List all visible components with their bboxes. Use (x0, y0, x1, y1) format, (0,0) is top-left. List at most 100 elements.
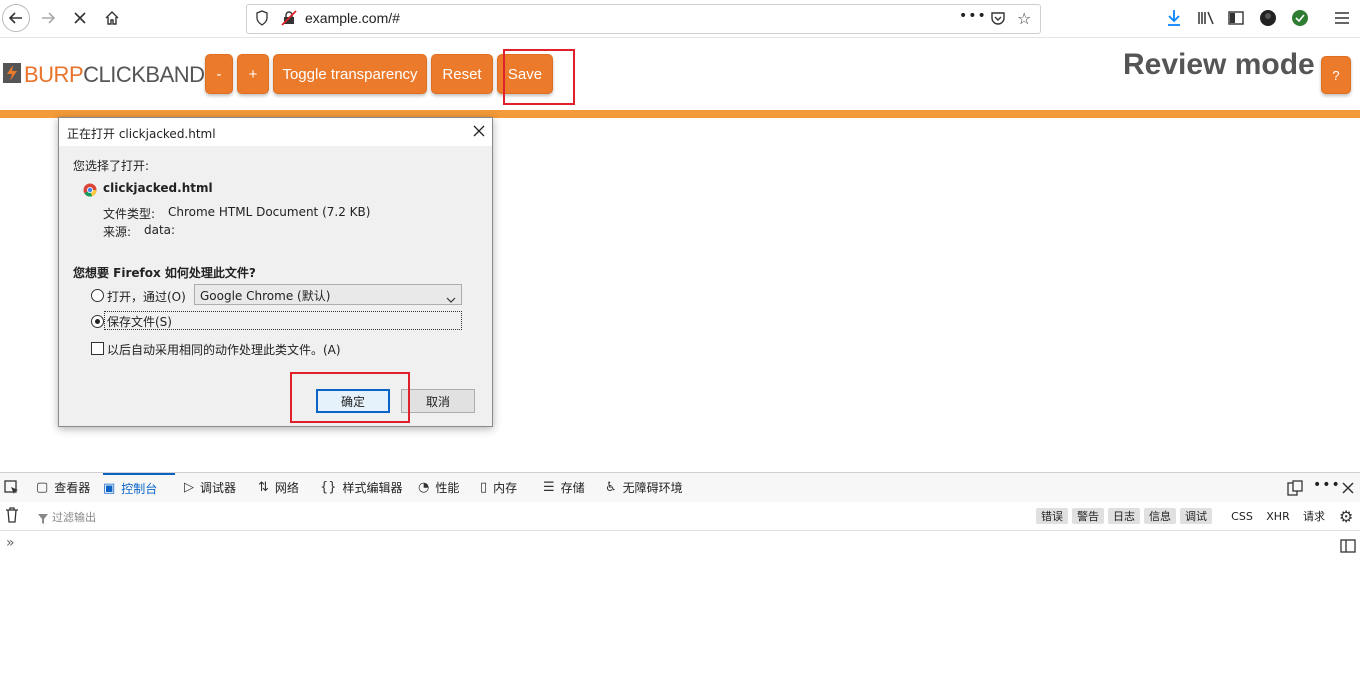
tab-console-label: 控制台 (121, 482, 158, 496)
file-type-value: Chrome HTML Document (7.2 KB) (168, 205, 371, 219)
console-filter-bar: 过滤输出 错误 警告 日志 信息 调试 CSS XHR 请求 ⚙ (0, 502, 1360, 531)
tab-network-label: 网络 (274, 481, 299, 495)
cancel-button[interactable]: 取消 (401, 389, 475, 413)
zoom-out-button[interactable]: - (205, 54, 233, 94)
menu-icon[interactable] (1330, 6, 1354, 30)
dialog-titlebar: 正在打开 clickjacked.html (59, 118, 492, 146)
close-icon (1342, 482, 1354, 494)
console-icon: ▣ (103, 481, 116, 496)
tab-network[interactable]: ⇅ 网络 (258, 473, 299, 502)
sidebar-icon[interactable] (1224, 6, 1248, 30)
tab-debugger[interactable]: ▷ 调试器 (184, 473, 236, 502)
tab-console[interactable]: ▣ 控制台 (103, 473, 175, 502)
dialog-filename: clickjacked.html (103, 181, 213, 195)
element-picker-icon[interactable] (4, 480, 20, 500)
open-with-label[interactable]: 打开，通过(O) (107, 288, 186, 305)
level-warning-button[interactable]: 警告 (1072, 508, 1104, 524)
tab-debugger-label: 调试器 (200, 481, 237, 495)
responsive-design-icon[interactable] (1287, 480, 1303, 500)
open-file-dialog: 正在打开 clickjacked.html 您选择了打开: clickjacke… (58, 117, 493, 427)
filter-requests-button[interactable]: 请求 (1298, 508, 1330, 524)
help-button[interactable]: ? (1321, 56, 1351, 94)
save-highlight-box (503, 49, 575, 105)
save-file-label[interactable]: 保存文件(S) (107, 313, 172, 330)
tab-accessibility-label: 无障碍环境 (622, 481, 683, 495)
chevron-down-icon (446, 289, 456, 308)
filter-icon (38, 510, 48, 529)
forward-button[interactable] (34, 4, 62, 32)
reset-button[interactable]: Reset (431, 54, 493, 94)
dialog-title: 正在打开 clickjacked.html (67, 127, 216, 141)
auto-action-checkbox[interactable] (91, 342, 104, 355)
devtools-tabbar: ▢ 查看器 ▣ 控制台 ▷ 调试器 ⇅ 网络 {} 样式编辑器 ◔ 性能 ▯ 内存 ☰ 存储 ♿… (0, 472, 1360, 503)
level-log-button[interactable]: 日志 (1108, 508, 1140, 524)
ok-highlight-box (290, 372, 410, 423)
browser-toolbar: example.com/# ••• ☆ (0, 0, 1360, 38)
home-icon (105, 11, 119, 25)
tab-inspector-label: 查看器 (54, 481, 91, 495)
inspector-icon: ▢ (36, 480, 49, 495)
url-bar[interactable]: example.com/# ••• ☆ (246, 4, 1041, 34)
file-type-label: 文件类型: (103, 207, 156, 221)
logo-burp-text: BURP (24, 62, 84, 87)
open-with-radio[interactable] (91, 289, 104, 302)
tab-performance-label: 性能 (435, 481, 460, 495)
tab-inspector[interactable]: ▢ 查看器 (36, 473, 90, 502)
back-button[interactable] (2, 4, 30, 32)
download-icon[interactable] (1162, 6, 1186, 30)
insecure-lock-icon[interactable] (281, 10, 297, 30)
source-label: 来源: (103, 225, 132, 239)
tab-memory-label: 内存 (493, 481, 518, 495)
logo-clickbandit-text: CLICKBANDIT (83, 62, 224, 87)
accessibility-icon: ♿ (605, 480, 617, 495)
gauge-icon: ◔ (418, 480, 430, 495)
burp-logo-icon (3, 63, 21, 87)
debugger-icon: ▷ (184, 480, 194, 495)
clickbandit-logo: BURPCLICKBANDIT (24, 62, 224, 88)
gear-icon[interactable]: ⚙ (1339, 507, 1353, 526)
tab-style-editor[interactable]: {} 样式编辑器 (320, 473, 403, 502)
tab-memory[interactable]: ▯ 内存 (480, 473, 517, 502)
page-actions-icon[interactable]: ••• (959, 8, 987, 24)
console-prompt-icon[interactable]: » (6, 535, 15, 551)
back-arrow-icon (8, 12, 22, 24)
auto-action-label[interactable]: 以后自动采用相同的动作处理此类文件。(A) (107, 341, 341, 358)
filter-xhr-button[interactable]: XHR (1262, 508, 1294, 524)
open-with-select[interactable]: Google Chrome (默认) (194, 284, 462, 305)
close-icon (473, 125, 485, 137)
split-console-icon[interactable] (1340, 538, 1356, 557)
level-debug-button[interactable]: 调试 (1180, 508, 1212, 524)
braces-icon: {} (320, 480, 337, 495)
open-with-app: Google Chrome (默认) (200, 289, 331, 303)
stop-button[interactable] (66, 4, 94, 32)
level-info-button[interactable]: 信息 (1144, 508, 1176, 524)
devtools-overflow-icon[interactable]: ••• (1313, 477, 1341, 493)
extension-icon[interactable] (1288, 6, 1312, 30)
filter-input[interactable]: 过滤输出 (52, 509, 96, 525)
shield-icon[interactable] (255, 10, 269, 30)
dialog-close-button[interactable] (469, 121, 489, 141)
tab-style-editor-label: 样式编辑器 (342, 481, 403, 495)
save-file-radio[interactable] (91, 315, 104, 328)
home-button[interactable] (98, 4, 126, 32)
library-icon[interactable] (1194, 6, 1218, 30)
review-mode-title: Review mode (1123, 48, 1315, 81)
chrome-icon (83, 182, 97, 201)
bookmark-star-icon[interactable]: ☆ (1017, 9, 1031, 28)
url-text[interactable]: example.com/# (305, 10, 400, 26)
tab-storage[interactable]: ☰ 存储 (543, 473, 585, 502)
forward-arrow-icon (42, 12, 56, 24)
tab-storage-label: 存储 (560, 481, 585, 495)
level-error-button[interactable]: 错误 (1036, 508, 1068, 524)
toggle-transparency-button[interactable]: Toggle transparency (273, 54, 427, 94)
zoom-in-button[interactable]: + (237, 54, 269, 94)
account-icon[interactable] (1256, 6, 1280, 30)
tab-accessibility[interactable]: ♿ 无障碍环境 (605, 473, 683, 502)
memory-chip-icon: ▯ (480, 480, 488, 495)
tab-performance[interactable]: ◔ 性能 (418, 473, 459, 502)
source-value: data: (144, 223, 176, 237)
trash-icon[interactable] (5, 507, 19, 527)
pocket-icon[interactable] (990, 10, 1006, 30)
filter-css-button[interactable]: CSS (1226, 508, 1258, 524)
devtools-close-button[interactable] (1341, 480, 1355, 499)
